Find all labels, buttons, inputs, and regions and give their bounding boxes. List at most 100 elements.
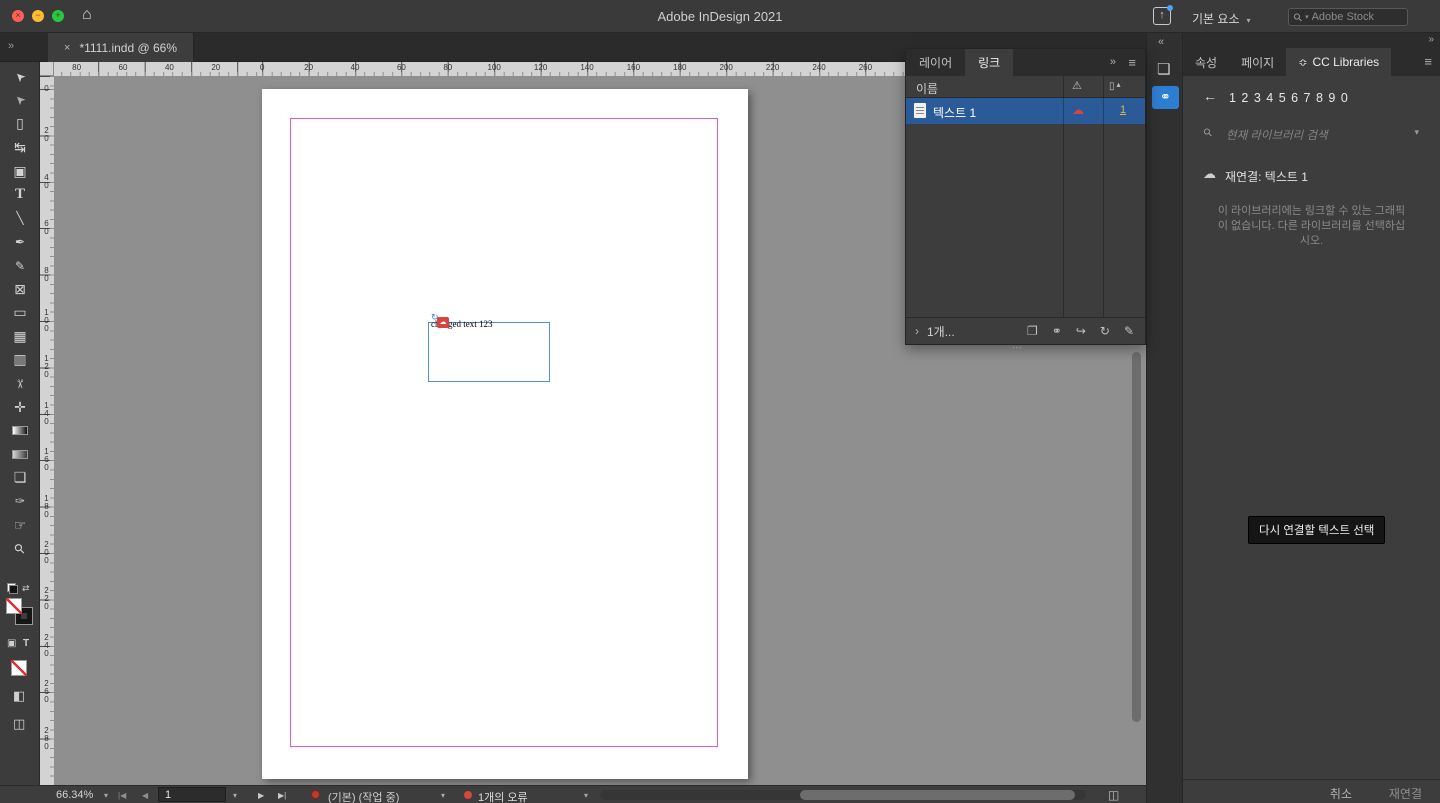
chevron-down-icon[interactable]: ▾ bbox=[1414, 127, 1419, 138]
tab-links[interactable]: 링크 bbox=[965, 49, 1013, 76]
panel-menu-icon[interactable]: ≡ bbox=[1424, 54, 1432, 69]
ruler-label: 200 bbox=[42, 541, 51, 565]
zoom-tool[interactable]: ⚲ bbox=[0, 537, 40, 561]
gradient-feather-tool[interactable] bbox=[0, 443, 40, 467]
error-dot-icon bbox=[464, 791, 472, 799]
gap-tool[interactable]: ↹ bbox=[0, 136, 40, 160]
document-page[interactable]: changed text 123 ☁ bbox=[262, 89, 748, 779]
expand-panels-icon[interactable]: « bbox=[1158, 36, 1163, 48]
type-tool[interactable]: T bbox=[0, 183, 40, 207]
name-column-header[interactable]: 이름 bbox=[916, 80, 938, 97]
expand-info-icon[interactable]: › bbox=[915, 324, 919, 338]
content-collector-tool[interactable]: ▣ bbox=[0, 159, 40, 183]
back-icon[interactable]: ← bbox=[1203, 88, 1217, 104]
collapse-panel-icon[interactable]: » bbox=[1110, 56, 1115, 68]
link-page-number[interactable]: 1 bbox=[1120, 104, 1126, 116]
relink-icon[interactable]: ⚭ bbox=[1052, 324, 1062, 338]
tab-properties[interactable]: 속성 bbox=[1183, 48, 1229, 76]
page-tool[interactable]: ▯ bbox=[0, 112, 40, 136]
scrollbar-thumb[interactable] bbox=[800, 790, 1075, 800]
direct-selection-tool[interactable]: ➤ bbox=[0, 89, 40, 113]
first-page-button[interactable]: |◀ bbox=[118, 791, 126, 800]
update-link-icon[interactable]: ↻ bbox=[1100, 324, 1110, 338]
empty-library-message: 이 라이브러리에는 링크할 수 있는 그래픽 이 없습니다. 다른 라이브러리를… bbox=[1205, 204, 1418, 249]
horizontal-scrollbar[interactable] bbox=[600, 790, 1086, 800]
previous-page-button[interactable]: ◀ bbox=[142, 791, 148, 800]
search-icon: ⚲ bbox=[1291, 10, 1306, 25]
ruler-label: 240 bbox=[42, 634, 51, 658]
scissors-tool[interactable]: ✂ bbox=[0, 372, 40, 396]
hand-tool[interactable]: ☞ bbox=[0, 513, 40, 537]
relink-from-cc-icon[interactable]: ❐ bbox=[1027, 324, 1038, 338]
tab-layers[interactable]: 레이어 bbox=[906, 49, 965, 76]
library-search-input[interactable]: ⚲ 현재 라이브러리 검색 ▾ bbox=[1183, 120, 1440, 146]
rectangle-frame-tool[interactable]: ⊠ bbox=[0, 277, 40, 301]
tab-cc-libraries[interactable]: ≎CC Libraries bbox=[1286, 48, 1391, 76]
text-frame[interactable]: changed text 123 ☁ bbox=[428, 322, 550, 382]
cancel-button[interactable]: 취소 bbox=[1330, 785, 1352, 802]
vertical-scrollbar[interactable] bbox=[1132, 352, 1141, 781]
fill-swatch[interactable] bbox=[6, 598, 22, 614]
links-panel-icon[interactable]: ⚭ bbox=[1152, 86, 1179, 109]
ruler-label: 40 bbox=[351, 63, 360, 72]
free-transform-tool[interactable]: ✛ bbox=[0, 395, 40, 419]
page-number-field[interactable]: 1 bbox=[158, 787, 226, 802]
error-count[interactable]: 1개의 오류 bbox=[478, 789, 528, 803]
vertical-grid-tool[interactable]: ▥ bbox=[0, 348, 40, 372]
ruler-label: 40 bbox=[165, 63, 174, 72]
swap-fill-stroke-icon[interactable]: ⇄ bbox=[22, 583, 30, 594]
panel-menu-icon[interactable]: ≡ bbox=[1128, 55, 1136, 70]
relink-button[interactable]: 재연결 bbox=[1389, 785, 1422, 802]
pen-tool[interactable]: ✒ bbox=[0, 230, 40, 254]
selection-tool[interactable]: ➤ bbox=[0, 65, 40, 89]
line-icon: ╲ bbox=[16, 211, 23, 225]
chevron-down-icon[interactable]: ▾ bbox=[104, 791, 108, 800]
panel-expand-icon[interactable]: » bbox=[8, 40, 13, 52]
warning-column-icon[interactable]: ⚠ bbox=[1072, 79, 1082, 92]
chevron-down-icon[interactable]: ▾ bbox=[584, 791, 588, 800]
zoom-level[interactable]: 66.34% bbox=[56, 789, 93, 801]
page-column-icon[interactable]: ▯▴ bbox=[1109, 80, 1121, 92]
line-tool[interactable]: ╲ bbox=[0, 207, 40, 231]
go-to-link-icon[interactable]: ↪ bbox=[1076, 324, 1086, 338]
tab-label: CC Libraries bbox=[1312, 55, 1379, 69]
formatting-affects-text-icon[interactable]: T bbox=[23, 638, 29, 649]
layers-panel-icon[interactable]: ❏ bbox=[1157, 60, 1170, 78]
collapse-panels-icon[interactable]: » bbox=[1428, 34, 1433, 45]
close-icon[interactable]: × bbox=[64, 42, 70, 54]
panel-resize-grip[interactable]: ∙∙∙ bbox=[1012, 342, 1023, 352]
next-page-button[interactable]: ▶ bbox=[258, 791, 264, 800]
apply-none-button[interactable] bbox=[11, 660, 27, 676]
document-tab[interactable]: × *1111.indd @ 66% bbox=[48, 33, 194, 62]
link-row[interactable]: 텍스트 1 ☁ 1 bbox=[906, 98, 1145, 124]
ruler-origin[interactable] bbox=[40, 62, 54, 76]
formatting-affects-container-icon[interactable]: ▣ bbox=[7, 638, 16, 649]
edit-original-icon[interactable]: ✎ bbox=[1124, 324, 1134, 338]
color-theme-tool[interactable]: ✑ bbox=[0, 490, 40, 514]
share-icon[interactable]: ↑ bbox=[1153, 7, 1171, 25]
gradient-swatch-tool[interactable] bbox=[0, 419, 40, 443]
empty-message-line: 시오. bbox=[1205, 234, 1418, 249]
note-tool[interactable]: ❏ bbox=[0, 466, 40, 490]
vertical-ruler[interactable]: 020406080100120140160180200220240260280 bbox=[40, 76, 54, 785]
preflight-profile[interactable]: (기본) (작업 중) bbox=[328, 789, 399, 803]
rectangle-tool[interactable]: ▭ bbox=[0, 301, 40, 325]
horizontal-grid-tool[interactable]: ▦ bbox=[0, 325, 40, 349]
pencil-tool[interactable]: ✎ bbox=[0, 254, 40, 278]
workspace-switcher[interactable]: 기본 요소▾ bbox=[1192, 10, 1251, 27]
default-fill-stroke-icon[interactable] bbox=[7, 583, 18, 594]
screen-mode-icon[interactable]: ◧ bbox=[13, 688, 25, 704]
page-view-icon[interactable]: ◫ bbox=[1108, 788, 1119, 802]
tab-label: 링크 bbox=[978, 54, 1000, 71]
last-page-button[interactable]: ▶| bbox=[278, 791, 286, 800]
horizontal-grid-icon: ▦ bbox=[13, 328, 26, 345]
scrollbar-thumb[interactable] bbox=[1132, 352, 1141, 722]
tab-label: 레이어 bbox=[919, 54, 952, 71]
modified-cloud-link-badge-icon[interactable]: ☁ bbox=[437, 317, 449, 328]
chevron-down-icon[interactable]: ▾ bbox=[233, 791, 237, 800]
tab-pages[interactable]: 페이지 bbox=[1229, 48, 1286, 76]
preview-mode-icon[interactable]: ◫ bbox=[13, 716, 25, 732]
scissors-icon: ✂ bbox=[13, 378, 27, 388]
stock-search-input[interactable]: ⚲ ▾ Adobe Stock bbox=[1288, 8, 1408, 26]
chevron-down-icon[interactable]: ▾ bbox=[441, 791, 445, 800]
